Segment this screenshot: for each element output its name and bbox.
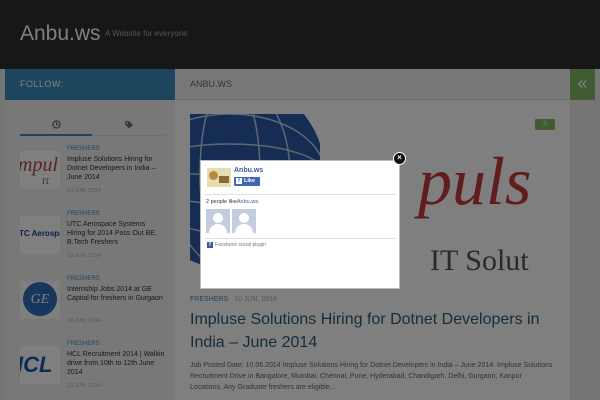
close-icon[interactable]: × (393, 152, 406, 165)
fb-like-count: 2 people likeAnbu.ws. (206, 199, 260, 205)
divider (205, 194, 397, 195)
divider (205, 238, 397, 239)
fb-page-name[interactable]: Anbu.ws (234, 167, 263, 174)
fan-avatar[interactable] (206, 209, 230, 233)
facebook-like-popup: Anbu.ws f Like 2 people likeAnbu.ws. f Fac… (200, 160, 400, 289)
facebook-icon: f (207, 242, 213, 248)
fb-like-button[interactable]: f Like (234, 177, 260, 186)
fb-like-label: Like (244, 178, 256, 184)
fan-avatar[interactable] (232, 209, 256, 233)
fb-count-link[interactable]: Anbu.ws (237, 199, 258, 205)
page-avatar[interactable] (207, 168, 231, 187)
fb-social-plugin-label[interactable]: f Facebook social plugin (207, 242, 266, 248)
facebook-f-icon: f (236, 178, 242, 184)
